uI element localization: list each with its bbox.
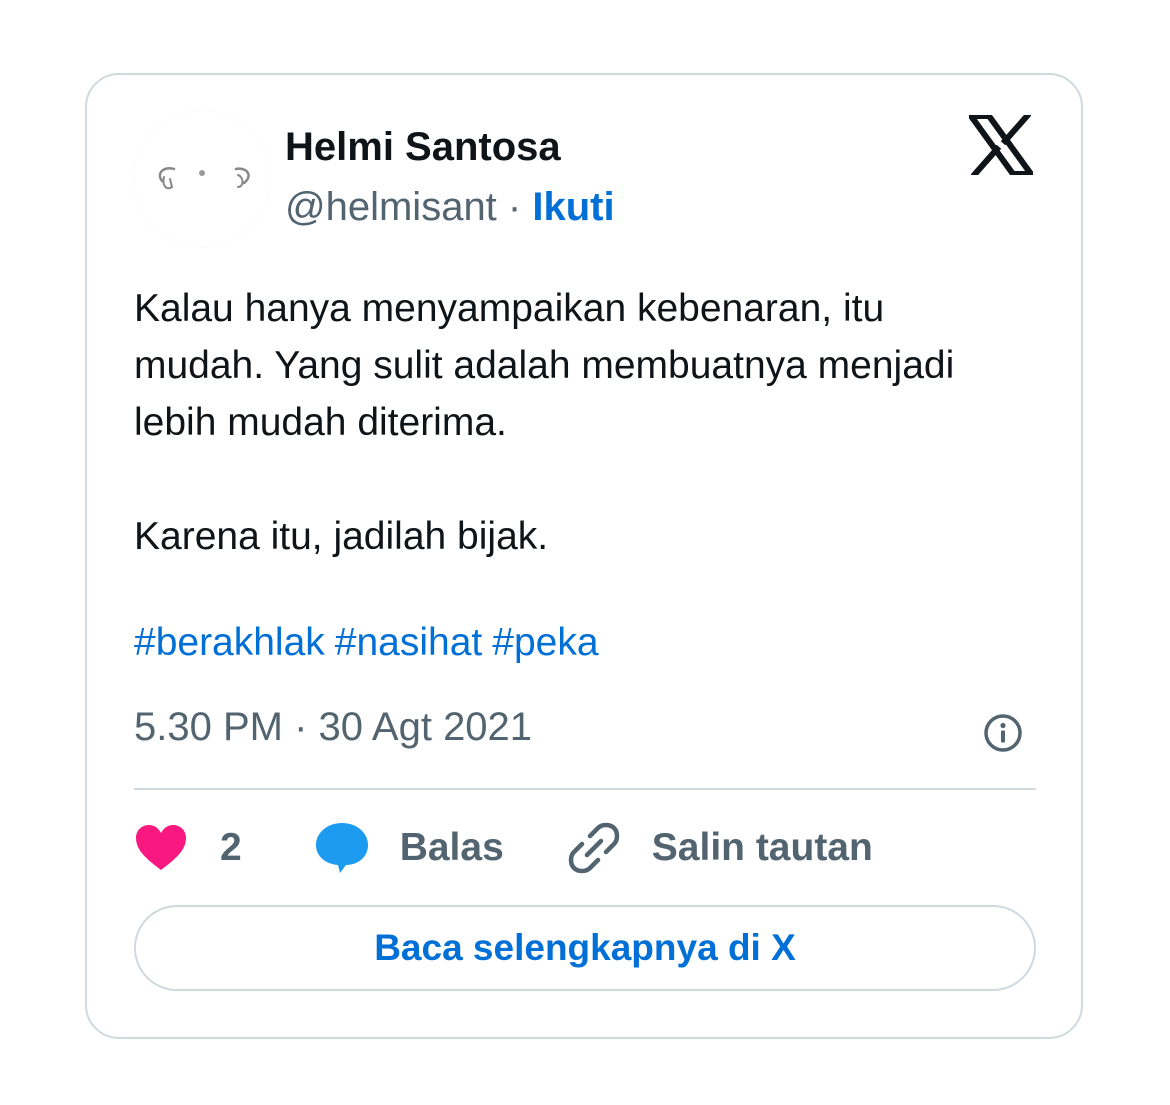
author-handle-row: @helmisant · Ikuti [285, 185, 615, 230]
author-handle[interactable]: @helmisant [285, 185, 497, 229]
hashtag-link[interactable]: #peka [492, 621, 598, 664]
info-icon[interactable] [983, 713, 1023, 753]
read-more-button[interactable]: Baca selengkapnya di X [134, 905, 1036, 991]
avatar-image [158, 167, 250, 190]
reply-label: Balas [399, 826, 504, 869]
reply-button[interactable]: Balas [314, 821, 568, 875]
separator-dot: · [507, 185, 522, 229]
speech-bubble-icon [315, 823, 368, 873]
avatar[interactable] [134, 111, 270, 247]
tweet-paragraph: Kalau hanya menyampaikan kebenaran, itu … [134, 287, 955, 444]
author-name[interactable]: Helmi Santosa [285, 125, 561, 170]
follow-link[interactable]: Ikuti [532, 185, 614, 229]
x-logo-icon[interactable] [969, 115, 1033, 175]
link-icon [568, 822, 620, 874]
tweet-embed-card: Helmi Santosa @helmisant · Ikuti Kalau h… [85, 73, 1083, 1039]
hashtag-link[interactable]: #nasihat [335, 621, 482, 664]
divider [134, 788, 1036, 790]
hashtag-list: #berakhlak #nasihat #peka [134, 621, 609, 665]
like-count: 2 [220, 826, 242, 869]
copy-link-label: Salin tautan [651, 826, 873, 869]
action-bar: 2 Balas Salin tautan [134, 817, 873, 879]
tweet-timestamp[interactable]: 5.30 PM · 30 Agt 2021 [134, 705, 532, 750]
like-button[interactable]: 2 [134, 824, 314, 872]
heart-icon [136, 825, 186, 870]
tweet-paragraph: Karena itu, jadilah bijak. [134, 515, 549, 558]
copy-link-button[interactable]: Salin tautan [568, 822, 873, 874]
hashtag-link[interactable]: #berakhlak [134, 621, 325, 664]
tweet-text: Kalau hanya menyampaikan kebenaran, itu … [134, 280, 1014, 565]
